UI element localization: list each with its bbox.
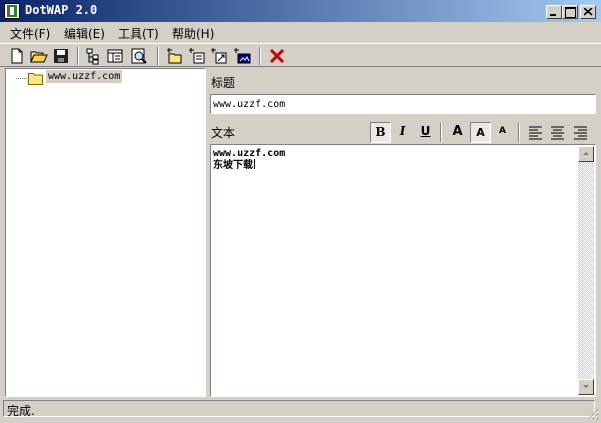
tree-panel[interactable]: www.uzzf.com xyxy=(5,68,206,397)
bold-button[interactable]: B xyxy=(370,122,391,143)
menu-tools[interactable]: 工具(T) xyxy=(118,25,159,42)
toolbar-separator xyxy=(77,47,79,65)
maximize-icon xyxy=(565,7,576,18)
title-field[interactable] xyxy=(210,94,596,114)
menu-help[interactable]: 帮助(H) xyxy=(172,25,214,42)
add-image-icon[interactable] xyxy=(233,47,251,65)
menu-file[interactable]: 文件(F) xyxy=(10,25,50,42)
status-bar: 完成. xyxy=(0,398,601,423)
underline-button[interactable]: U xyxy=(415,122,436,143)
resize-grip-icon[interactable] xyxy=(587,408,599,420)
editor-line-with-caret: 东坡下载 xyxy=(213,159,285,171)
maximize-button[interactable] xyxy=(562,5,578,19)
format-separator xyxy=(440,123,442,142)
italic-button[interactable]: I xyxy=(392,122,413,143)
scroll-down-button[interactable] xyxy=(578,379,594,395)
text-editor[interactable]: www.uzzf.com 东坡下载 xyxy=(210,144,596,397)
editor-content[interactable]: www.uzzf.com 东坡下载 xyxy=(213,148,285,171)
editor-line: www.uzzf.com xyxy=(213,148,286,159)
close-button[interactable] xyxy=(580,5,596,19)
align-right-icon[interactable] xyxy=(570,122,591,143)
toolbar xyxy=(0,43,601,67)
add-item-icon[interactable] xyxy=(188,47,206,65)
title-bar[interactable]: DotWAP 2.0 xyxy=(0,0,601,22)
save-icon[interactable] xyxy=(52,47,70,65)
font-size-small-button[interactable]: A xyxy=(492,122,513,143)
align-center-icon[interactable] xyxy=(547,122,568,143)
text-label: 文本 xyxy=(211,126,236,140)
scroll-up-button[interactable] xyxy=(578,146,594,162)
preview-icon[interactable] xyxy=(130,47,148,65)
delete-icon[interactable] xyxy=(268,47,286,65)
properties-icon[interactable] xyxy=(106,47,124,65)
folder-icon xyxy=(28,73,43,85)
arrow-down-icon xyxy=(583,385,589,388)
open-folder-icon[interactable] xyxy=(30,47,48,65)
editor-line: 东坡下载 xyxy=(213,160,253,171)
toolbar-separator xyxy=(157,47,159,65)
menu-bar: 文件(F) 编辑(E) 工具(T) 帮助(H) xyxy=(0,22,601,42)
status-text: 完成. xyxy=(7,404,35,418)
menu-edit[interactable]: 编辑(E) xyxy=(64,25,105,42)
vertical-scrollbar[interactable] xyxy=(578,146,594,395)
align-left-icon[interactable] xyxy=(525,122,546,143)
text-caret xyxy=(254,159,255,169)
add-link-icon[interactable] xyxy=(210,47,228,65)
close-icon xyxy=(584,8,593,16)
add-folder-icon[interactable] xyxy=(166,47,184,65)
tree-view-icon[interactable] xyxy=(84,47,102,65)
tree-item-label[interactable]: www.uzzf.com xyxy=(46,70,123,83)
title-input[interactable] xyxy=(213,97,591,111)
toolbar-separator xyxy=(259,47,261,65)
title-label: 标题 xyxy=(211,76,236,90)
window-title: DotWAP 2.0 xyxy=(25,3,98,17)
status-pane: 完成. xyxy=(3,400,595,418)
minimize-icon xyxy=(550,14,556,16)
font-size-medium-button[interactable]: A xyxy=(470,122,491,143)
minimize-button[interactable] xyxy=(546,5,562,19)
app-icon xyxy=(4,3,20,19)
new-file-icon[interactable] xyxy=(8,47,26,65)
font-size-large-button[interactable]: A xyxy=(447,122,468,143)
arrow-up-icon xyxy=(583,152,589,155)
format-separator xyxy=(518,123,520,142)
